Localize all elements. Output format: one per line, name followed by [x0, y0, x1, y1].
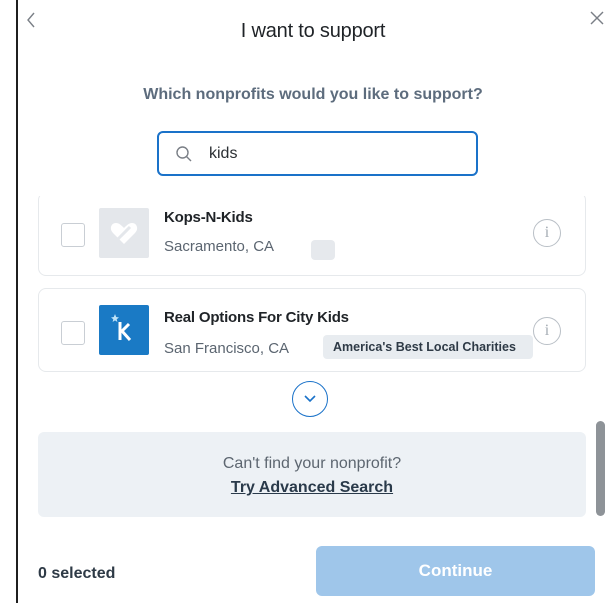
results-list[interactable]: Kops-N-Kids Sacramento, CA i Real Option… [18, 196, 593, 517]
info-button[interactable]: i [533, 219, 561, 247]
nonprofit-location: Sacramento, CA [164, 238, 275, 255]
scrollbar-thumb[interactable] [596, 421, 605, 516]
heart-logo-icon [110, 223, 138, 244]
chevron-down-icon [304, 395, 316, 403]
search-box[interactable] [157, 131, 478, 176]
info-button[interactable]: i [533, 317, 561, 345]
header: I want to support [18, 0, 608, 70]
nonprofit-name[interactable]: Kops-N-Kids [164, 209, 253, 226]
advanced-search-link[interactable]: Try Advanced Search [38, 479, 586, 497]
award-badge: America's Best Local Charities [323, 335, 533, 359]
advanced-search-prompt: Can't find your nonprofit? [222, 455, 402, 472]
prompt-heading: Which nonprofits would you like to suppo… [143, 86, 483, 103]
list-item[interactable]: Real Options For City Kids San Francisco… [38, 288, 586, 372]
search-input[interactable] [209, 143, 449, 165]
close-button[interactable] [588, 10, 606, 28]
selected-count: 0 selected [38, 565, 116, 582]
page-title: I want to support [240, 20, 386, 42]
list-item[interactable]: Kops-N-Kids Sacramento, CA i [38, 196, 586, 276]
nonprofit-name[interactable]: Real Options For City Kids [164, 309, 349, 326]
status-badge [311, 240, 335, 260]
show-more-button[interactable] [292, 381, 328, 417]
select-checkbox[interactable] [61, 223, 85, 247]
search-icon [176, 146, 192, 162]
info-icon: i [544, 322, 550, 339]
nonprofit-logo [99, 305, 149, 355]
advanced-search-panel: Can't find your nonprofit? Try Advanced … [38, 432, 586, 517]
rocky-logo-icon [111, 314, 132, 341]
continue-button[interactable]: Continue [316, 546, 595, 596]
select-checkbox[interactable] [61, 321, 85, 345]
close-icon [590, 11, 604, 25]
nonprofit-logo [99, 208, 149, 258]
nonprofit-location: San Francisco, CA [164, 340, 290, 357]
scrollbar[interactable] [596, 196, 606, 516]
info-icon: i [544, 224, 550, 241]
